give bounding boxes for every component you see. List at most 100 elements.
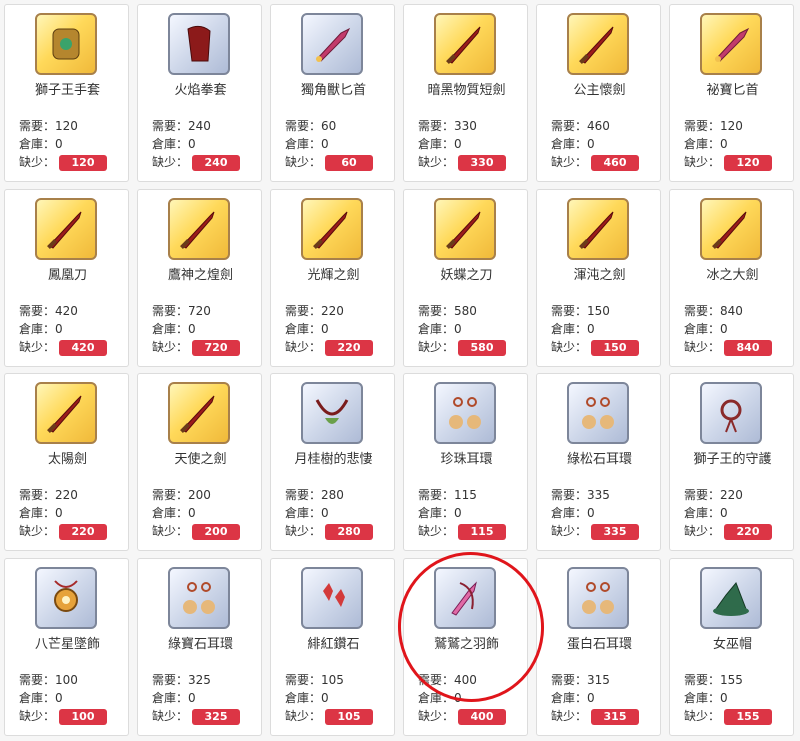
stock-row: 倉庫：0 bbox=[152, 689, 196, 706]
item-card[interactable]: 綠松石耳環 需要：335 倉庫：0 缺少： 335 bbox=[536, 373, 661, 551]
need-label: 需要： bbox=[684, 304, 721, 318]
lack-badge: 420 bbox=[59, 339, 108, 356]
need-value: 280 bbox=[321, 488, 344, 502]
item-card[interactable]: 天使之劍 需要：200 倉庫：0 缺少： 200 bbox=[137, 373, 262, 551]
need-value: 720 bbox=[188, 304, 211, 318]
lack-row: 缺少： 240 bbox=[152, 153, 241, 171]
need-label: 需要： bbox=[418, 119, 455, 133]
item-card[interactable]: 八芒星墜飾 需要：100 倉庫：0 缺少： 100 bbox=[4, 558, 129, 736]
lack-label: 缺少： bbox=[684, 709, 721, 723]
item-card[interactable]: 光輝之劍 需要：220 倉庫：0 缺少： 220 bbox=[270, 189, 395, 367]
item-card[interactable]: 綠寶石耳環 需要：325 倉庫：0 缺少： 325 bbox=[137, 558, 262, 736]
item-card[interactable]: 暗黑物質短劍 需要：330 倉庫：0 缺少： 330 bbox=[403, 4, 528, 182]
dagger-icon bbox=[301, 13, 363, 75]
item-card[interactable]: 月桂樹的悲悽 需要：280 倉庫：0 缺少： 280 bbox=[270, 373, 395, 551]
amulet-icon bbox=[700, 382, 762, 444]
lack-label: 缺少： bbox=[418, 524, 455, 538]
item-card[interactable]: 獅子王的守護 需要：220 倉庫：0 缺少： 220 bbox=[669, 373, 794, 551]
lack-badge: 335 bbox=[591, 523, 640, 540]
stock-row: 倉庫：0 bbox=[551, 320, 595, 337]
stock-label: 倉庫： bbox=[551, 506, 588, 520]
item-card[interactable]: 鳳凰刀 需要：420 倉庫：0 缺少： 420 bbox=[4, 189, 129, 367]
item-card[interactable]: 緋紅鑽石 需要：105 倉庫：0 缺少： 105 bbox=[270, 558, 395, 736]
stock-label: 倉庫： bbox=[285, 691, 322, 705]
item-name: 八芒星墜飾 bbox=[34, 637, 100, 652]
need-value: 120 bbox=[720, 119, 743, 133]
item-card[interactable]: 祕寶匕首 需要：120 倉庫：0 缺少： 120 bbox=[669, 4, 794, 182]
item-card[interactable]: 冰之大劍 需要：840 倉庫：0 缺少： 840 bbox=[669, 189, 794, 367]
stock-value: 0 bbox=[720, 691, 728, 705]
need-label: 需要： bbox=[152, 304, 189, 318]
sword-icon bbox=[35, 198, 97, 260]
stock-label: 倉庫： bbox=[418, 506, 455, 520]
lack-row: 缺少： 315 bbox=[551, 707, 640, 725]
item-name: 火焰拳套 bbox=[174, 83, 227, 98]
stock-label: 倉庫： bbox=[285, 137, 322, 151]
lack-badge: 100 bbox=[59, 708, 108, 725]
lack-badge: 840 bbox=[724, 339, 773, 356]
lack-label: 缺少： bbox=[551, 524, 588, 538]
witch-hat-icon bbox=[700, 567, 762, 629]
stock-label: 倉庫： bbox=[152, 137, 189, 151]
item-name: 女巫帽 bbox=[712, 637, 752, 652]
stock-value: 0 bbox=[321, 137, 329, 151]
item-card[interactable]: 渾沌之劍 需要：150 倉庫：0 缺少： 150 bbox=[536, 189, 661, 367]
lack-badge: 120 bbox=[724, 154, 773, 171]
stock-value: 0 bbox=[720, 322, 728, 336]
item-card[interactable]: 獅子王手套 需要：120 倉庫：0 缺少： 120 bbox=[4, 4, 129, 182]
stock-row: 倉庫：0 bbox=[551, 689, 595, 706]
item-name: 公主懷劍 bbox=[573, 83, 626, 98]
lack-row: 缺少： 150 bbox=[551, 338, 640, 356]
item-card[interactable]: 獨角獸匕首 需要：60 倉庫：0 缺少： 60 bbox=[270, 4, 395, 182]
need-row: 需要：120 bbox=[684, 117, 743, 134]
item-card[interactable]: 珍珠耳環 需要：115 倉庫：0 缺少： 115 bbox=[403, 373, 528, 551]
sword-icon bbox=[168, 382, 230, 444]
item-card[interactable]: 鷲鷲之羽飾 需要：400 倉庫：0 缺少： 400 bbox=[403, 558, 528, 736]
lack-row: 缺少： 400 bbox=[418, 707, 507, 725]
item-name: 月桂樹的悲悽 bbox=[294, 452, 373, 467]
stock-value: 0 bbox=[454, 137, 462, 151]
lack-label: 缺少： bbox=[152, 340, 189, 354]
stock-row: 倉庫：0 bbox=[19, 135, 63, 152]
lack-badge: 580 bbox=[458, 339, 507, 356]
item-name: 光輝之劍 bbox=[307, 268, 360, 283]
stock-value: 0 bbox=[188, 691, 196, 705]
stock-label: 倉庫： bbox=[418, 137, 455, 151]
glove-icon bbox=[35, 13, 97, 75]
stock-row: 倉庫：0 bbox=[684, 135, 728, 152]
stock-row: 倉庫：0 bbox=[418, 135, 462, 152]
stock-label: 倉庫： bbox=[19, 506, 56, 520]
stock-value: 0 bbox=[321, 506, 329, 520]
item-card[interactable]: 太陽劍 需要：220 倉庫：0 缺少： 220 bbox=[4, 373, 129, 551]
item-card[interactable]: 鷹神之煌劍 需要：720 倉庫：0 缺少： 720 bbox=[137, 189, 262, 367]
stock-label: 倉庫： bbox=[152, 691, 189, 705]
item-card[interactable]: 火焰拳套 需要：240 倉庫：0 缺少： 240 bbox=[137, 4, 262, 182]
item-card[interactable]: 妖蝶之刀 需要：580 倉庫：0 缺少： 580 bbox=[403, 189, 528, 367]
need-row: 需要：100 bbox=[19, 671, 78, 688]
lack-label: 缺少： bbox=[152, 709, 189, 723]
need-row: 需要：420 bbox=[19, 302, 78, 319]
need-row: 需要：220 bbox=[684, 486, 743, 503]
item-card[interactable]: 公主懷劍 需要：460 倉庫：0 缺少： 460 bbox=[536, 4, 661, 182]
lack-row: 缺少： 60 bbox=[285, 153, 374, 171]
item-card[interactable]: 蛋白石耳環 需要：315 倉庫：0 缺少： 315 bbox=[536, 558, 661, 736]
necklace-icon bbox=[301, 382, 363, 444]
stock-label: 倉庫： bbox=[684, 506, 721, 520]
stock-value: 0 bbox=[587, 691, 595, 705]
feather-icon bbox=[434, 567, 496, 629]
need-value: 120 bbox=[55, 119, 78, 133]
lack-row: 缺少： 460 bbox=[551, 153, 640, 171]
item-card[interactable]: 女巫帽 需要：155 倉庫：0 缺少： 155 bbox=[669, 558, 794, 736]
lack-label: 缺少： bbox=[285, 155, 322, 169]
need-row: 需要：280 bbox=[285, 486, 344, 503]
need-value: 420 bbox=[55, 304, 78, 318]
lack-row: 缺少： 105 bbox=[285, 707, 374, 725]
sword-icon bbox=[567, 198, 629, 260]
stock-value: 0 bbox=[321, 322, 329, 336]
item-name: 妖蝶之刀 bbox=[440, 268, 493, 283]
need-value: 100 bbox=[55, 673, 78, 687]
lack-badge: 220 bbox=[325, 339, 374, 356]
need-label: 需要： bbox=[19, 304, 56, 318]
stock-label: 倉庫： bbox=[152, 322, 189, 336]
stock-row: 倉庫：0 bbox=[418, 504, 462, 521]
